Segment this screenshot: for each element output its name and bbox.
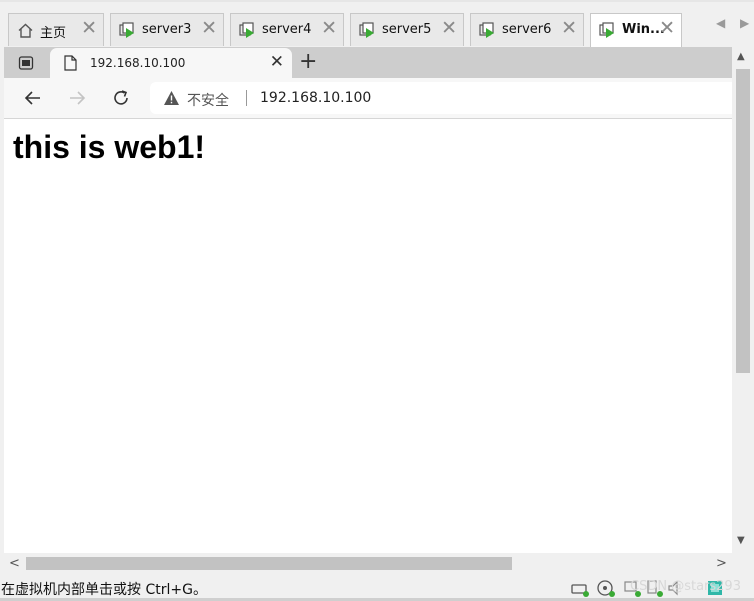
hard-disk-icon[interactable] bbox=[570, 578, 590, 598]
cd-dvd-icon[interactable] bbox=[596, 578, 616, 598]
horizontal-scroll-thumb[interactable] bbox=[26, 557, 512, 570]
vm-tab-label: server6 bbox=[502, 22, 552, 37]
warning-icon[interactable] bbox=[163, 90, 180, 106]
vertical-scrollbar[interactable]: ▲ ▼ bbox=[732, 47, 754, 553]
scroll-down-icon[interactable]: ▼ bbox=[737, 535, 745, 546]
security-label[interactable]: 不安全 bbox=[187, 90, 229, 110]
vm-tab-home[interactable]: 主页 ✕ bbox=[8, 13, 104, 46]
close-icon[interactable]: ✕ bbox=[201, 19, 217, 38]
page-icon bbox=[64, 55, 77, 71]
url-text[interactable]: 192.168.10.100 bbox=[260, 90, 371, 106]
browser-tab[interactable]: 192.168.10.100 ✕ bbox=[50, 48, 292, 78]
vm-icon bbox=[359, 22, 374, 38]
vm-tab-server3[interactable]: server3 ✕ bbox=[110, 13, 224, 46]
watermark: CSDN @stars293 bbox=[630, 579, 741, 594]
tab-actions-icon[interactable] bbox=[18, 55, 34, 71]
vm-icon bbox=[119, 22, 134, 38]
close-icon[interactable]: ✕ bbox=[81, 19, 97, 38]
refresh-icon[interactable] bbox=[110, 87, 132, 109]
back-icon[interactable] bbox=[22, 87, 44, 109]
close-icon[interactable]: ✕ bbox=[659, 19, 675, 38]
scroll-tabs-left-icon[interactable]: ◀ bbox=[716, 16, 725, 30]
close-icon[interactable]: ✕ bbox=[270, 52, 284, 72]
vm-tab-server6[interactable]: server6 ✕ bbox=[470, 13, 584, 46]
close-icon[interactable]: ✕ bbox=[321, 19, 337, 38]
vm-icon bbox=[239, 22, 254, 38]
browser-tab-title: 192.168.10.100 bbox=[90, 56, 186, 70]
vm-tab-bar: 主页 ✕ server3 ✕ server4 ✕ server5 ✕ serve… bbox=[0, 0, 754, 47]
scroll-left-icon[interactable]: < bbox=[9, 556, 20, 571]
vm-tab-label: server4 bbox=[262, 22, 312, 37]
vertical-scroll-thumb[interactable] bbox=[736, 69, 750, 373]
browser-tab-strip: 192.168.10.100 ✕ + bbox=[4, 47, 732, 78]
vm-tab-windows[interactable]: Win... ✕ bbox=[590, 13, 682, 47]
status-hint: 在虚拟机内部单击或按 Ctrl+G。 bbox=[1, 582, 207, 598]
vm-tab-server5[interactable]: server5 ✕ bbox=[350, 13, 464, 46]
scroll-tabs-right-icon[interactable]: ▶ bbox=[740, 16, 749, 30]
address-separator bbox=[246, 90, 247, 106]
vm-tab-label: server3 bbox=[142, 22, 192, 37]
vm-tab-server4[interactable]: server4 ✕ bbox=[230, 13, 344, 46]
page-heading: this is web1! bbox=[13, 129, 206, 165]
scrollbar-corner bbox=[732, 553, 754, 574]
vm-icon bbox=[599, 22, 614, 38]
browser-toolbar: 不安全 192.168.10.100 bbox=[4, 78, 732, 119]
window-top-border bbox=[0, 0, 754, 2]
scroll-up-icon[interactable]: ▲ bbox=[737, 51, 745, 62]
horizontal-scrollbar[interactable]: < > bbox=[4, 553, 732, 574]
vm-tab-label: server5 bbox=[382, 22, 432, 37]
guest-display[interactable]: 192.168.10.100 ✕ + 不安全 192.168.10.100 th… bbox=[4, 47, 754, 574]
vm-tab-label: 主页 bbox=[40, 26, 67, 41]
page-content: this is web1! bbox=[4, 119, 732, 553]
new-tab-button[interactable]: + bbox=[299, 48, 317, 76]
address-bar[interactable]: 不安全 192.168.10.100 bbox=[150, 82, 732, 114]
vm-icon bbox=[479, 22, 494, 38]
forward-icon[interactable] bbox=[66, 87, 88, 109]
close-icon[interactable]: ✕ bbox=[441, 19, 457, 38]
close-icon[interactable]: ✕ bbox=[561, 19, 577, 38]
home-icon bbox=[18, 23, 33, 38]
scroll-right-icon[interactable]: > bbox=[716, 556, 727, 571]
